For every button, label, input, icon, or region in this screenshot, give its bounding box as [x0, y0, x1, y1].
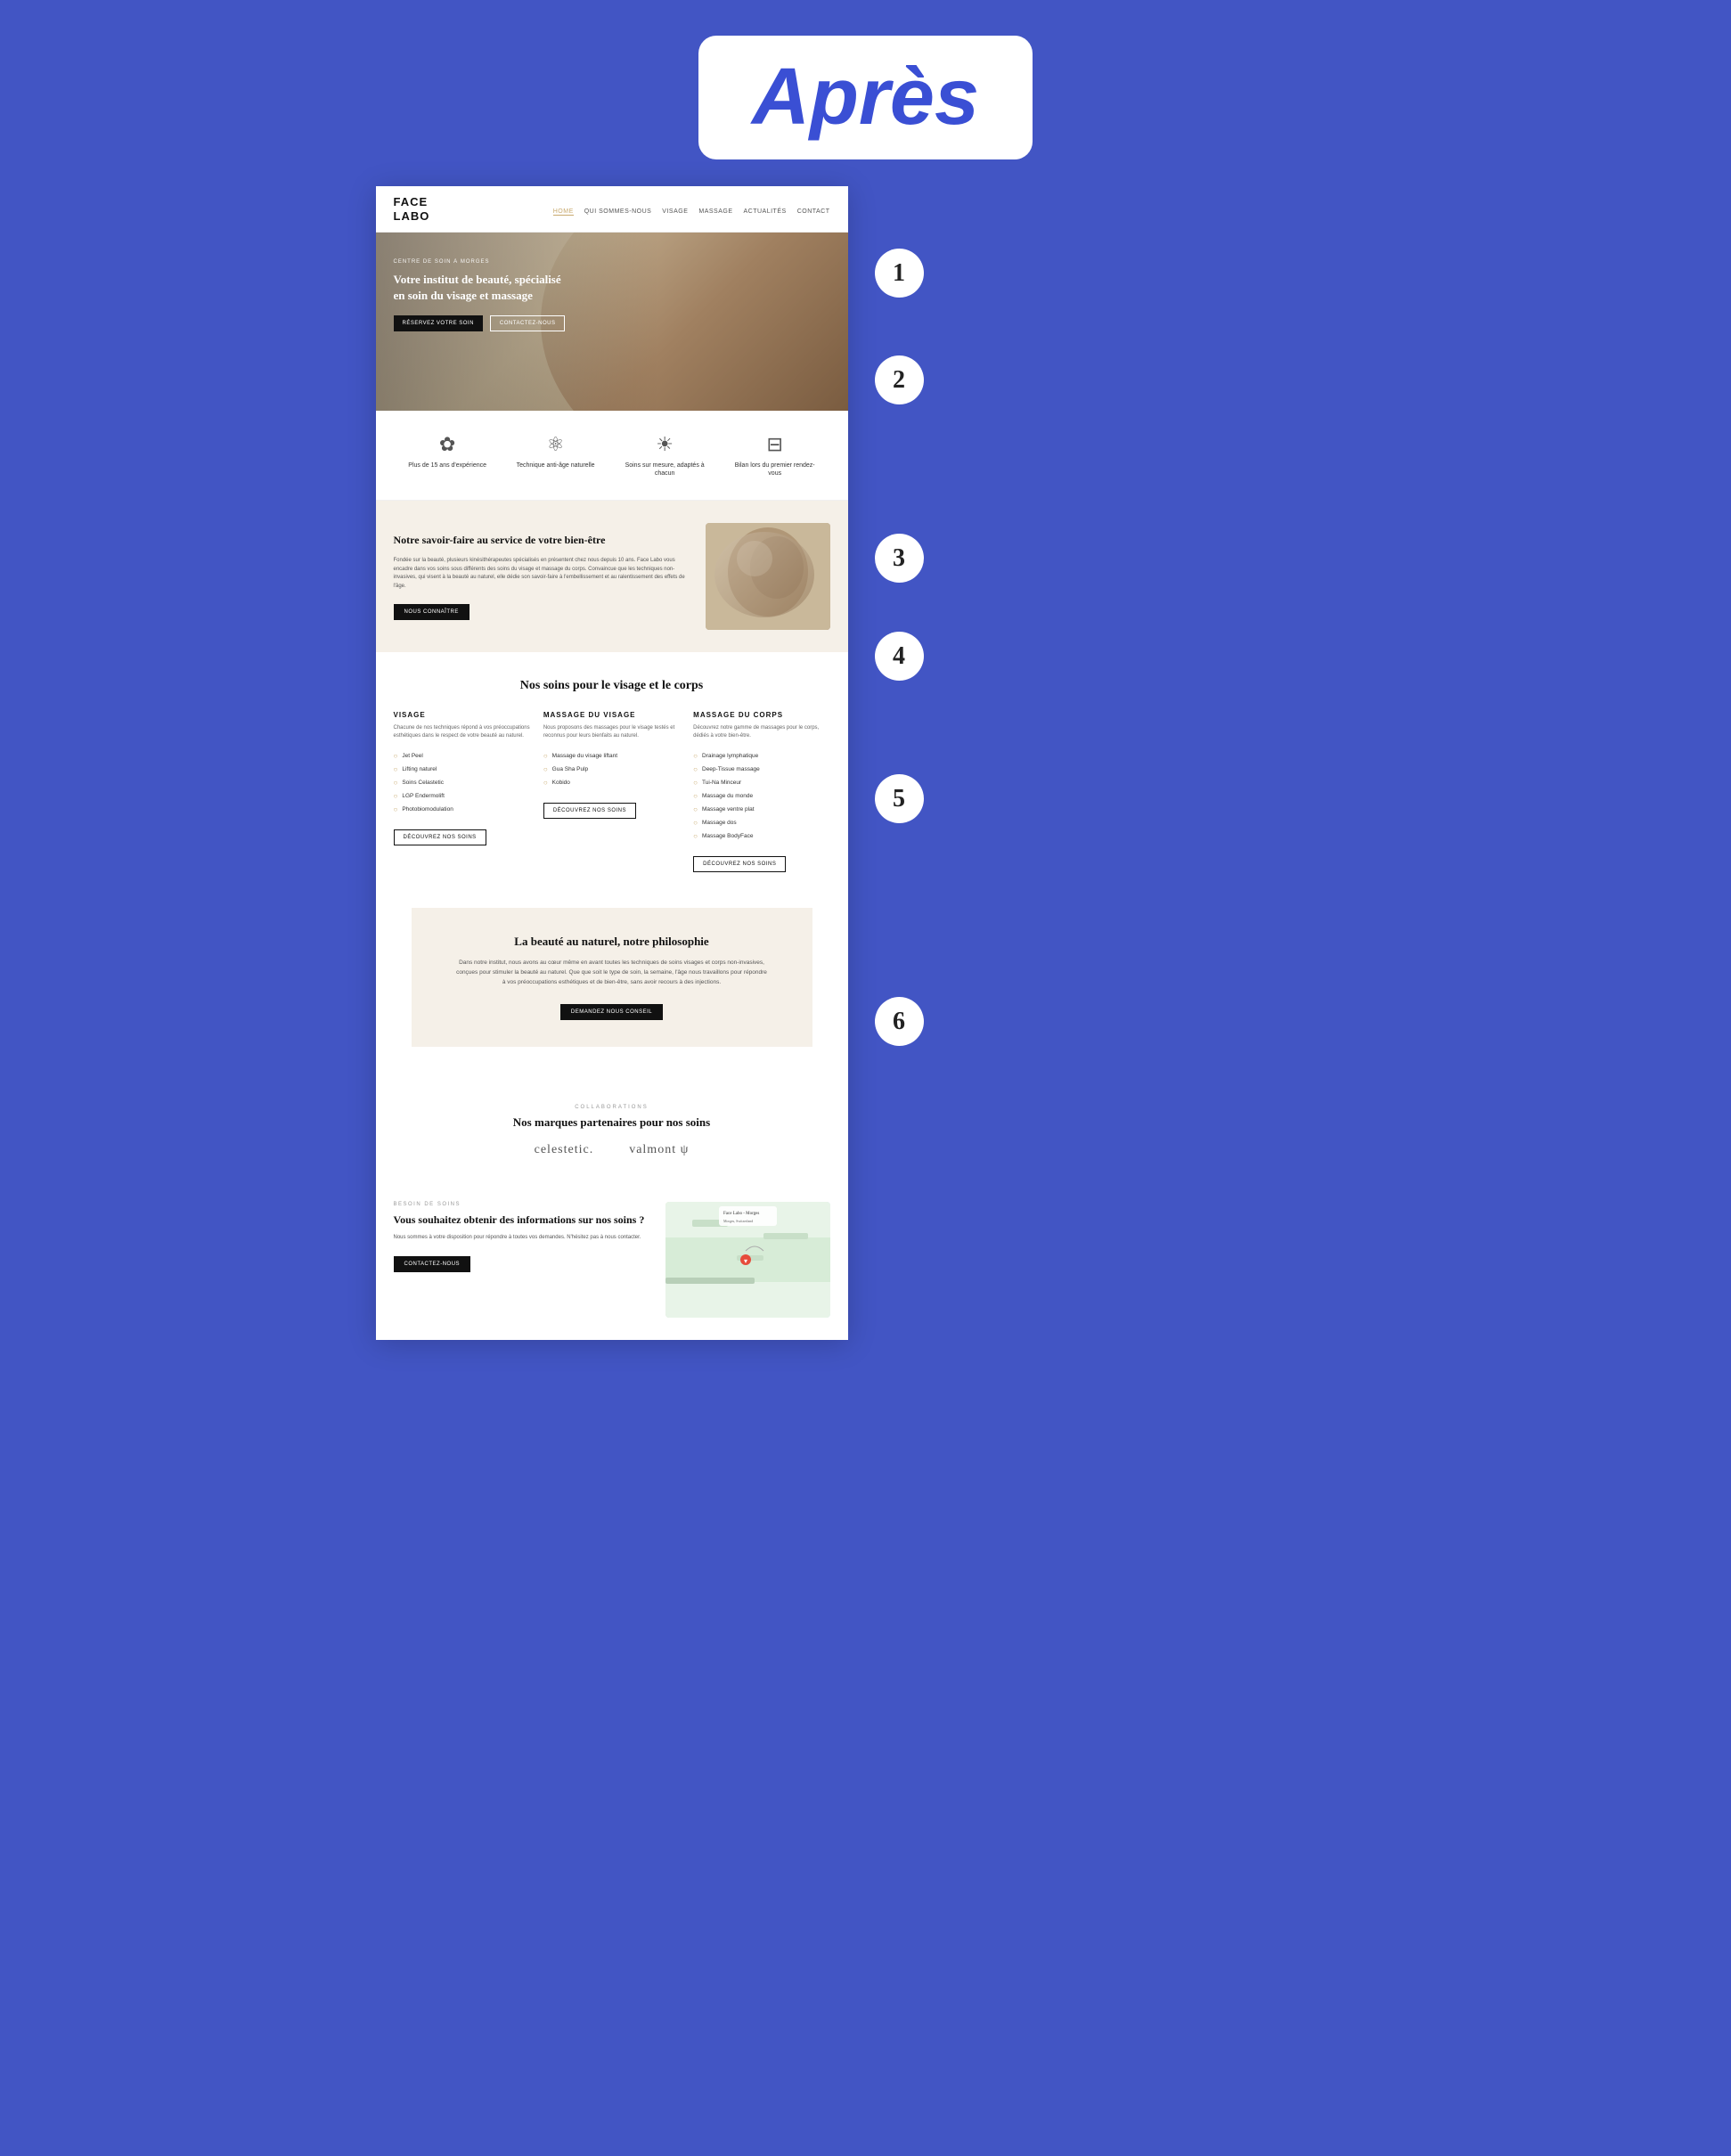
massage-visage-discover-button[interactable]: DÉCOUVREZ NOS SOINS: [543, 803, 636, 819]
num-label-5: 5: [875, 774, 924, 823]
nav-links: HOME QUI SOMMES-NOUS VISAGE MASSAGE ACTU…: [553, 201, 830, 217]
about-body: Fondée sur la beauté, plusieurs kinésith…: [394, 557, 688, 591]
philosophy-button[interactable]: DEMANDEZ NOUS CONSEIL: [560, 1004, 663, 1020]
nav-item-actu[interactable]: ACTUALITÉS: [744, 201, 787, 217]
massage-corps-discover-button[interactable]: DÉCOUVREZ NOS SOINS: [693, 856, 786, 872]
visage-discover-button[interactable]: DÉCOUVREZ NOS SOINS: [394, 829, 486, 845]
partners-title: Nos marques partenaires pour nos soins: [394, 1115, 830, 1130]
services-grid: VISAGE Chacune de nos techniques répond …: [394, 711, 830, 872]
feature-item-0: ✿ Plus de 15 ans d'expérience: [408, 433, 486, 478]
list-item: Lifting naturel: [394, 763, 530, 776]
feature-text-0: Plus de 15 ans d'expérience: [408, 461, 486, 470]
service-visage-title: VISAGE: [394, 711, 530, 719]
feature-text-2: Soins sur mesure, adaptés à chacun: [625, 461, 705, 478]
hero-section: CENTRE DE SOIN À MORGES Votre institut d…: [376, 233, 848, 411]
feature-item-1: ⚛ Technique anti-âge naturelle: [517, 433, 595, 478]
list-item: Kobido: [543, 776, 680, 789]
about-image: [706, 523, 830, 630]
philosophy-wrapper: La beauté au naturel, notre philosophie …: [376, 899, 848, 1082]
feature-text-1: Technique anti-âge naturelle: [517, 461, 595, 470]
service-massage-corps-title: MASSAGE DU CORPS: [693, 711, 829, 719]
feature-text-3: Bilan lors du premier rendez-vous: [735, 461, 815, 478]
num-label-1: 1: [875, 249, 924, 298]
service-massage-corps-desc: Découvrez notre gamme de massages pour l…: [693, 724, 829, 740]
partners-logos: celestetic. valmont ψ: [394, 1143, 830, 1157]
numbered-labels: 1 2 3 4 5 6: [875, 186, 924, 1104]
service-massage-corps-list: Drainage lymphatique Deep-Tissue massage…: [693, 749, 829, 843]
list-item: Jet Peel: [394, 749, 530, 763]
services-section: Nos soins pour le visage et le corps VIS…: [376, 652, 848, 899]
hero-content: CENTRE DE SOIN À MORGES Votre institut d…: [394, 259, 572, 331]
service-col-visage: VISAGE Chacune de nos techniques répond …: [394, 711, 530, 872]
contact-title: Vous souhaitez obtenir des informations …: [394, 1213, 648, 1228]
feature-item-3: ⊟ Bilan lors du premier rendez-vous: [735, 433, 815, 478]
map-placeholder: ▾ Face Labo - Morges Morges, Switzerland: [665, 1202, 830, 1318]
site-logo: FACE LABO: [394, 195, 430, 223]
svg-text:▾: ▾: [743, 1257, 747, 1265]
partner-logo-celestetic: celestetic.: [535, 1143, 594, 1157]
features-row: ✿ Plus de 15 ans d'expérience ⚛ Techniqu…: [376, 411, 848, 501]
feature-icon-1: ⚛: [547, 433, 565, 456]
num-label-6: 6: [875, 997, 924, 1046]
list-item: Massage BodyFace: [693, 829, 829, 843]
map-image: ▾ Face Labo - Morges Morges, Switzerland: [665, 1202, 830, 1318]
list-item: Gua Sha Pulp: [543, 763, 680, 776]
partners-eyebrow: COLLABORATIONS: [394, 1105, 830, 1110]
list-item: LGP Endermolift: [394, 789, 530, 803]
website-frame: FACE LABO HOME QUI SOMMES-NOUS VISAGE MA…: [376, 186, 848, 1340]
list-item: Massage du monde: [693, 789, 829, 803]
contact-body: Nous sommes à votre disposition pour rép…: [394, 1234, 648, 1243]
service-massage-visage-title: MASSAGE DU VISAGE: [543, 711, 680, 719]
about-title: Notre savoir-faire au service de votre b…: [394, 533, 688, 548]
contact-hero-button[interactable]: CONTACTEZ-NOUS: [490, 315, 566, 331]
apres-title: Après: [752, 52, 979, 143]
nav-item-visage[interactable]: VISAGE: [662, 201, 688, 217]
list-item: Soins Celastetic: [394, 776, 530, 789]
nav-item-qui[interactable]: QUI SOMMES-NOUS: [584, 201, 652, 217]
feature-icon-2: ☀: [656, 433, 674, 456]
about-text: Notre savoir-faire au service de votre b…: [394, 533, 688, 620]
partner-logo-valmont: valmont ψ: [629, 1143, 689, 1157]
nav-item-massage[interactable]: MASSAGE: [698, 201, 732, 217]
list-item: Tui-Na Minceur: [693, 776, 829, 789]
partners-section: COLLABORATIONS Nos marques partenaires p…: [376, 1082, 848, 1180]
feature-item-2: ☀ Soins sur mesure, adaptés à chacun: [625, 433, 705, 478]
nav-item-home[interactable]: HOME: [553, 201, 574, 217]
services-title: Nos soins pour le visage et le corps: [394, 679, 830, 693]
about-section: Notre savoir-faire au service de votre b…: [376, 501, 848, 652]
list-item: Massage du visage liftant: [543, 749, 680, 763]
service-col-massage-visage: MASSAGE DU VISAGE Nous proposons des mas…: [543, 711, 680, 872]
service-visage-list: Jet Peel Lifting naturel Soins Celasteti…: [394, 749, 530, 816]
philosophy-section: La beauté au naturel, notre philosophie …: [412, 908, 812, 1046]
about-button[interactable]: NOUS CONNAÎTRE: [394, 604, 469, 620]
list-item: Drainage lymphatique: [693, 749, 829, 763]
hero-buttons: RÉSERVEZ VOTRE SOIN CONTACTEZ-NOUS: [394, 315, 572, 331]
service-massage-visage-list: Massage du visage liftant Gua Sha Pulp K…: [543, 749, 680, 789]
num-label-3: 3: [875, 534, 924, 583]
contact-text: BESOIN DE SOINS Vous souhaitez obtenir d…: [394, 1202, 648, 1272]
num-label-4: 4: [875, 632, 924, 681]
num-label-2: 2: [875, 355, 924, 404]
hero-title: Votre institut de beauté, spécialisé en …: [394, 272, 572, 304]
svg-text:Face Labo - Morges: Face Labo - Morges: [723, 1212, 759, 1216]
list-item: Deep-Tissue massage: [693, 763, 829, 776]
nav-item-contact[interactable]: CONTACT: [797, 201, 830, 217]
service-col-massage-corps: MASSAGE DU CORPS Découvrez notre gamme d…: [693, 711, 829, 872]
hero-eyebrow: CENTRE DE SOIN À MORGES: [394, 259, 572, 265]
contact-eyebrow: BESOIN DE SOINS: [394, 1202, 648, 1207]
service-visage-desc: Chacune de nos techniques répond à vos p…: [394, 724, 530, 740]
feature-icon-0: ✿: [439, 433, 455, 456]
feature-icon-3: ⊟: [766, 433, 782, 456]
list-item: Massage ventre plat: [693, 803, 829, 816]
philosophy-title: La beauté au naturel, notre philosophie: [456, 935, 768, 949]
list-item: Photobiomodulation: [394, 803, 530, 816]
reserve-button[interactable]: RÉSERVEZ VOTRE SOIN: [394, 315, 483, 331]
contact-button[interactable]: CONTACTEZ-NOUS: [394, 1256, 471, 1272]
list-item: Massage dos: [693, 816, 829, 829]
site-nav: FACE LABO HOME QUI SOMMES-NOUS VISAGE MA…: [376, 186, 848, 233]
apres-badge: Après: [698, 36, 1033, 159]
service-massage-visage-desc: Nous proposons des massages pour le visa…: [543, 724, 680, 740]
philosophy-body: Dans notre institut, nous avons au cœur …: [456, 958, 768, 987]
contact-section: BESOIN DE SOINS Vous souhaitez obtenir d…: [376, 1180, 848, 1340]
